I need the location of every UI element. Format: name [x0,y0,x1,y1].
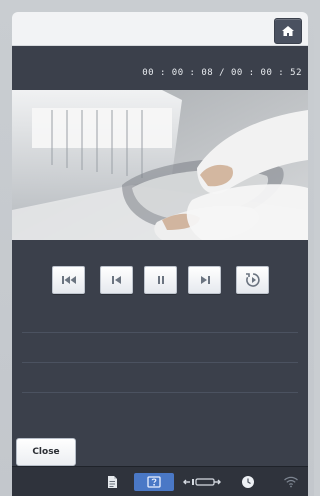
next-icon [200,276,210,284]
video-panel: 00 : 00 : 08 / 00 : 00 : 52 Close [12,46,308,466]
wifi-icon [284,476,298,488]
screen-frame: 00 : 00 : 08 / 00 : 00 : 52 Close [0,0,314,496]
replay-icon [245,273,260,287]
skip-to-start-button[interactable] [52,266,85,294]
next-button[interactable] [188,266,221,294]
home-button[interactable] [274,18,302,44]
document-icon [108,476,117,488]
clock-button[interactable] [240,473,256,491]
document-button[interactable] [104,473,120,491]
hoop-button[interactable] [180,473,224,491]
wifi-button[interactable] [282,473,300,491]
video-view [12,90,308,240]
pause-icon [157,276,164,284]
help-button[interactable] [134,473,174,491]
separator-line [22,362,298,363]
separator-line [22,332,298,333]
close-button[interactable]: Close [16,438,76,466]
top-bar [12,12,308,46]
home-icon [282,26,294,36]
replay-button[interactable] [236,266,269,294]
status-bar [12,466,308,496]
skip-to-start-icon [61,276,76,284]
hoop-icon [183,478,221,486]
time-display: 00 : 00 : 08 / 00 : 00 : 52 [142,68,302,78]
clock-icon [242,476,254,488]
previous-button[interactable] [100,266,133,294]
playback-controls [52,266,282,294]
help-icon [147,476,161,488]
previous-icon [111,276,121,284]
separator-line [22,392,298,393]
video-frame-image [12,90,308,240]
pause-button[interactable] [144,266,177,294]
